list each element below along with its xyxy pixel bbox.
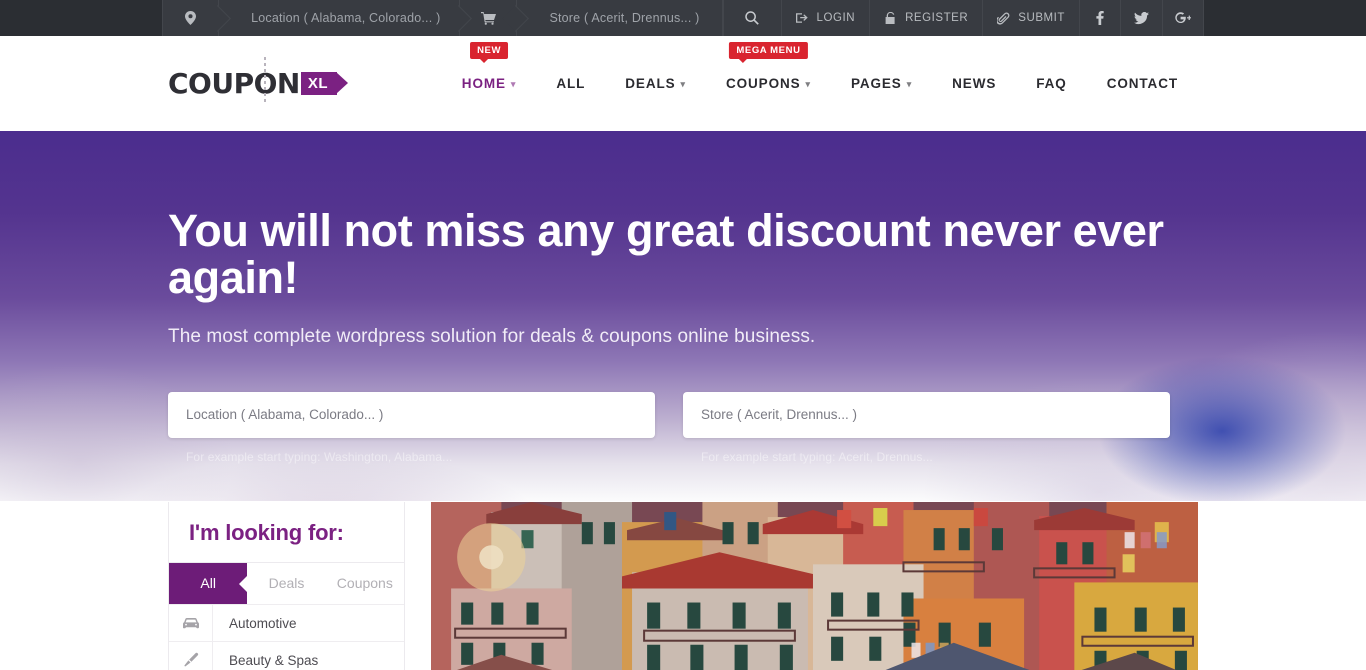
looking-for-title: I'm looking for: bbox=[189, 520, 344, 545]
nav-item-pages[interactable]: PAGES ▾ bbox=[831, 64, 932, 104]
nav-item-all[interactable]: ALL bbox=[536, 64, 605, 104]
promo-banner-image bbox=[431, 502, 1198, 670]
logo-wordmark: COUPON bbox=[168, 67, 300, 100]
hero-section: You will not miss any great discount nev… bbox=[0, 131, 1366, 501]
chevron-down-icon: ▾ bbox=[906, 79, 913, 89]
nav-badge-mega-menu: MEGA MENU bbox=[729, 41, 808, 63]
top-bar-container: Location ( Alabama, Colorado... ) Store … bbox=[162, 0, 1204, 36]
category-label-beauty-spas: Beauty & Spas bbox=[229, 652, 319, 668]
hero-subheadline: The most complete wordpress solution for… bbox=[168, 325, 816, 347]
nav-item-deals[interactable]: DEALS ▾ bbox=[605, 64, 706, 104]
below-hero-section: I'm looking for: All Deals Coupons Autom… bbox=[0, 501, 1366, 670]
topbar-location-value: Location ( Alabama, Colorado... ) bbox=[251, 11, 441, 25]
topbar-location-field[interactable]: Location ( Alabama, Colorado... ) bbox=[219, 0, 461, 36]
top-bar: Location ( Alabama, Colorado... ) Store … bbox=[0, 0, 1366, 36]
looking-for-tabs: All Deals Coupons bbox=[169, 562, 404, 604]
chevron-down-icon: ▾ bbox=[680, 79, 686, 89]
unlock-icon bbox=[884, 11, 897, 25]
brush-icon bbox=[169, 642, 213, 670]
hero-store-group: For example start typing: Acerit, Drennu… bbox=[683, 391, 1170, 464]
category-label-automotive: Automotive bbox=[229, 615, 297, 631]
nav-item-contact[interactable]: CONTACT bbox=[1087, 64, 1198, 104]
category-row-automotive[interactable]: Automotive bbox=[169, 604, 404, 641]
tab-coupons[interactable]: Coupons bbox=[326, 563, 404, 604]
below-hero-container: I'm looking for: All Deals Coupons Autom… bbox=[168, 501, 1198, 670]
site-header: COUPON XL NEW HOME ▾ ALL DEALS ▾ MEGA ME… bbox=[0, 36, 1366, 131]
logo-pin-decoration bbox=[264, 57, 266, 103]
topbar-submit-label: SUBMIT bbox=[1018, 12, 1065, 24]
hero-location-hint: For example start typing: Washington, Al… bbox=[186, 449, 453, 464]
nav-item-faq[interactable]: FAQ bbox=[1016, 64, 1086, 104]
tab-deals[interactable]: Deals bbox=[247, 563, 325, 604]
topbar-submit-button[interactable]: SUBMIT bbox=[983, 0, 1080, 36]
header-container: COUPON XL NEW HOME ▾ ALL DEALS ▾ MEGA ME… bbox=[168, 36, 1198, 131]
promo-banner[interactable] bbox=[431, 502, 1198, 670]
location-icon-cell[interactable] bbox=[162, 0, 220, 36]
nav-item-coupons[interactable]: MEGA MENU COUPONS ▾ bbox=[706, 41, 831, 104]
nav-label-contact: CONTACT bbox=[1106, 76, 1178, 91]
logo-tag-xl: XL bbox=[300, 72, 349, 95]
login-icon bbox=[795, 12, 809, 24]
shopping-cart-icon bbox=[480, 11, 496, 25]
topbar-store-field[interactable]: Store ( Acerit, Drennus... ) bbox=[517, 0, 724, 36]
nav-label-faq: FAQ bbox=[1036, 76, 1067, 91]
topbar-login-label: LOGIN bbox=[816, 12, 856, 24]
nav-label-home: HOME bbox=[461, 76, 506, 91]
topbar-search-button[interactable] bbox=[724, 0, 782, 36]
nav-item-news[interactable]: NEWS bbox=[932, 64, 1016, 104]
category-row-beauty-spas[interactable]: Beauty & Spas bbox=[169, 641, 404, 670]
topbar-google-plus-link[interactable] bbox=[1163, 0, 1204, 36]
looking-for-card: I'm looking for: All Deals Coupons Autom… bbox=[168, 502, 405, 670]
google-plus-icon bbox=[1175, 11, 1191, 25]
chevron-down-icon: ▾ bbox=[805, 79, 811, 89]
twitter-icon bbox=[1133, 11, 1149, 25]
hero-store-hint: For example start typing: Acerit, Drennu… bbox=[701, 449, 933, 464]
hero-location-group: For example start typing: Washington, Al… bbox=[168, 391, 655, 464]
tab-all[interactable]: All bbox=[169, 563, 248, 604]
paperclip-icon bbox=[997, 12, 1010, 25]
nav-label-deals: DEALS bbox=[625, 76, 676, 91]
hero-headline: You will not miss any great discount nev… bbox=[168, 205, 1164, 304]
topbar-register-label: REGISTER bbox=[905, 12, 969, 24]
topbar-login-button[interactable]: LOGIN bbox=[782, 0, 871, 36]
car-icon bbox=[169, 605, 213, 641]
topbar-register-button[interactable]: REGISTER bbox=[870, 0, 984, 36]
search-icon bbox=[745, 11, 760, 25]
nav-label-pages: PAGES bbox=[850, 76, 902, 91]
hero-search-forms: For example start typing: Washington, Al… bbox=[168, 391, 1198, 464]
site-logo[interactable]: COUPON XL bbox=[168, 57, 349, 103]
nav-label-all: ALL bbox=[556, 76, 586, 91]
nav-item-home[interactable]: NEW HOME ▾ bbox=[442, 41, 537, 104]
map-pin-icon bbox=[185, 11, 197, 25]
topbar-facebook-link[interactable] bbox=[1080, 0, 1122, 36]
nav-badge-new: NEW bbox=[470, 41, 509, 63]
hero-content: You will not miss any great discount nev… bbox=[168, 131, 1198, 464]
topbar-twitter-link[interactable] bbox=[1121, 0, 1163, 36]
facebook-icon bbox=[1096, 11, 1104, 25]
topbar-store-value: Store ( Acerit, Drennus... ) bbox=[549, 11, 700, 25]
hero-store-input[interactable] bbox=[683, 391, 1170, 438]
main-navigation: NEW HOME ▾ ALL DEALS ▾ MEGA MENU COUPONS… bbox=[442, 41, 1198, 104]
nav-label-coupons: COUPONS bbox=[725, 76, 801, 91]
chevron-down-icon: ▾ bbox=[510, 79, 517, 89]
hero-location-input[interactable] bbox=[168, 391, 655, 438]
nav-label-news: NEWS bbox=[952, 76, 997, 91]
